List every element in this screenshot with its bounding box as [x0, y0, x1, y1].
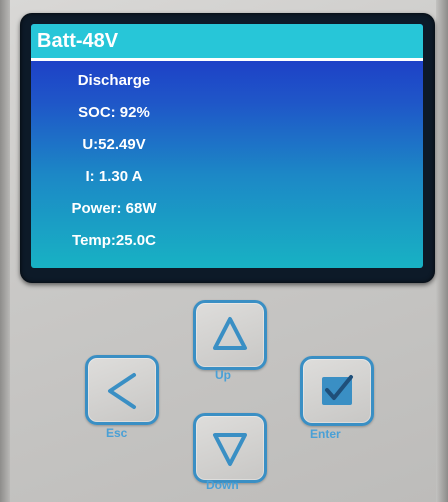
- up-button[interactable]: [193, 300, 267, 370]
- triangle-up-icon: [213, 317, 247, 350]
- down-label: Down: [206, 478, 239, 492]
- panel-left-edge: [0, 0, 10, 502]
- enter-button[interactable]: [300, 356, 374, 426]
- power-reading: Power: 68W: [71, 200, 157, 217]
- esc-button[interactable]: [85, 355, 159, 425]
- enter-label: Enter: [310, 427, 341, 441]
- chevron-left-icon: [108, 373, 136, 409]
- checkbox-check-icon: [322, 375, 353, 405]
- lcd-screen: Batt-48V Discharge SOC: 92% U:52.49V I: …: [31, 24, 423, 268]
- up-label: Up: [215, 368, 231, 382]
- down-button[interactable]: [193, 413, 267, 483]
- current-reading: I: 1.30 A: [85, 168, 143, 185]
- display-bezel: Batt-48V Discharge SOC: 92% U:52.49V I: …: [20, 13, 435, 283]
- screen-title: Batt-48V: [31, 24, 423, 61]
- mode-reading: Discharge: [77, 72, 151, 89]
- triangle-down-icon: [213, 433, 247, 466]
- soc-reading: SOC: 92%: [78, 104, 150, 121]
- esc-label: Esc: [106, 426, 128, 440]
- voltage-reading: U:52.49V: [82, 136, 146, 153]
- temperature-reading: Temp:25.0C: [72, 232, 156, 249]
- panel-right-edge: [436, 0, 448, 502]
